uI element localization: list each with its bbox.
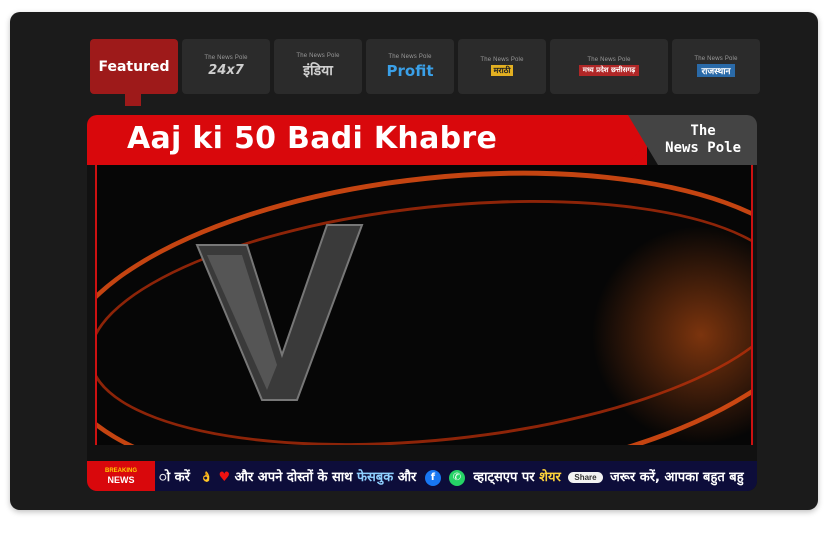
tab-featured[interactable]: Featured	[90, 39, 178, 106]
tab-featured-label: Featured	[98, 58, 170, 75]
channel-tabs: Featured The News Pole 24x7 The News Pol…	[90, 39, 760, 106]
tab-brand: The News Pole	[587, 57, 631, 63]
news-label: NEWS	[107, 474, 135, 485]
tab-brand: The News Pole	[296, 53, 340, 59]
tab-marathi[interactable]: The News Pole मराठी	[458, 39, 546, 94]
news-ticker: BREAKING NEWS ो करें 👌 ♥ और अपने दोस्तों …	[87, 461, 757, 491]
ticker-share-word: शेयर	[539, 470, 561, 485]
channel-logo-line1: The	[690, 123, 716, 139]
ticker-segment: और	[397, 470, 417, 485]
breaking-news-badge: BREAKING NEWS	[87, 461, 155, 491]
tab-brand: The News Pole	[388, 53, 432, 60]
ticker-segment: और अपने दोस्तों के साथ	[234, 470, 353, 485]
ticker-segment: जरूर करें, आपका बहुत बहु	[610, 470, 744, 485]
tab-24x7[interactable]: The News Pole 24x7	[182, 39, 270, 94]
tab-brand: The News Pole	[204, 55, 248, 61]
share-button: Share	[568, 472, 603, 483]
video-player[interactable]: Aaj ki 50 Badi Khabre The News Pole BREA…	[87, 115, 757, 491]
channel-logo: The News Pole	[665, 123, 741, 157]
facebook-icon: f	[424, 469, 441, 486]
tab-rajasthan[interactable]: The News Pole राजस्थान	[672, 39, 760, 94]
ticker-text: ो करें 👌 ♥ और अपने दोस्तों के साथ फेसबुक …	[159, 467, 744, 486]
3d-logo-graphic	[195, 224, 364, 401]
ticker-facebook-word: फेसबुक	[356, 470, 394, 485]
ok-hand-icon: 👌	[200, 471, 213, 483]
tab-24x7-label: 24x7	[208, 63, 244, 78]
video-headline: Aaj ki 50 Badi Khabre	[127, 121, 498, 156]
tab-brand: The News Pole	[480, 57, 524, 63]
tab-mp-cg[interactable]: The News Pole मध्य प्रदेश छत्तीसगढ़	[550, 39, 668, 94]
tab-india[interactable]: The News Pole इंडिया	[274, 39, 362, 94]
ticker-segment: ो करें	[159, 470, 190, 485]
tab-india-label: इंडिया	[303, 63, 333, 79]
whatsapp-icon: ✆	[448, 469, 465, 486]
tab-marathi-label: मराठी	[490, 65, 514, 76]
heart-icon: ♥	[218, 470, 231, 485]
channel-logo-line2: News Pole	[665, 140, 741, 156]
tab-profit[interactable]: The News Pole Profit	[366, 39, 454, 94]
video-screen	[95, 165, 753, 445]
tab-mp-cg-label: मध्य प्रदेश छत्तीसगढ़	[578, 65, 640, 76]
ticker-segment: व्हाट्सएप पर	[473, 470, 535, 485]
tab-brand: The News Pole	[694, 56, 738, 62]
tab-profit-label: Profit	[386, 61, 434, 80]
tab-rajasthan-label: राजस्थान	[697, 64, 735, 77]
breaking-label: BREAKING	[104, 467, 137, 474]
